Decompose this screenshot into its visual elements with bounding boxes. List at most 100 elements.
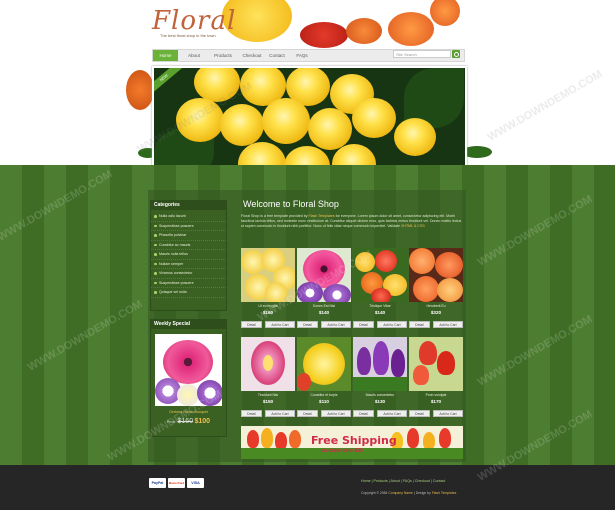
footer-separator: | xyxy=(400,479,402,483)
product-image[interactable] xyxy=(297,337,351,391)
weekly-special-title: Weekly Special xyxy=(151,320,226,329)
free-shipping-banner[interactable]: Free Shipping on order over $25 xyxy=(241,426,463,459)
category-item[interactable]: Vivamus consectetur xyxy=(151,269,226,279)
tulip-flower xyxy=(289,430,301,448)
weekly-special-box: Weekly Special Gerbera Bunch Bouquet Pri… xyxy=(150,319,227,437)
header: Floral The best floral shop in the town … xyxy=(0,0,615,165)
footer-link-checkout[interactable]: Checkout xyxy=(415,479,430,483)
banner: NEW xyxy=(152,66,467,165)
product-image[interactable] xyxy=(353,337,407,391)
detail-button[interactable]: Detail xyxy=(353,321,374,328)
free-shipping-headline: Free Shipping xyxy=(311,434,397,447)
product-name[interactable]: Tristique Vitae xyxy=(353,304,407,308)
add-to-cart-button[interactable]: Add to Cart xyxy=(433,410,463,417)
banner-rose xyxy=(308,108,352,150)
detail-button[interactable]: Detail xyxy=(409,410,430,417)
product-price: $130 xyxy=(374,399,386,404)
product-image[interactable] xyxy=(241,337,295,391)
category-item[interactable]: Quisque vel nulla xyxy=(151,288,226,298)
validate-label: Validate xyxy=(387,224,400,228)
add-to-cart-button[interactable]: Add to Cart xyxy=(321,410,351,417)
category-item[interactable]: Nulla odio lacunt xyxy=(151,212,226,222)
footer-link-products[interactable]: Products xyxy=(374,479,388,483)
add-to-cart-button[interactable]: Add to Cart xyxy=(433,321,463,328)
product-image[interactable] xyxy=(409,248,463,302)
category-item[interactable]: Suspendisse posuere xyxy=(151,222,226,231)
product-name[interactable]: Mauris consectetur xyxy=(353,393,407,397)
product-price: $110 xyxy=(319,399,329,404)
nav-checkout[interactable]: Checkout xyxy=(239,50,265,61)
detail-button[interactable]: Detail xyxy=(353,410,374,417)
product-image[interactable] xyxy=(241,248,295,302)
product-image[interactable] xyxy=(353,248,407,302)
flower-petal xyxy=(297,373,311,391)
add-to-cart-button[interactable]: Add to Cart xyxy=(265,321,295,328)
search-button[interactable] xyxy=(452,50,460,58)
company-link[interactable]: Company Name xyxy=(388,491,413,495)
product-price: $140 xyxy=(374,310,386,315)
tulip-flower xyxy=(391,349,405,377)
footer-link-faqs[interactable]: FAQs xyxy=(403,479,412,483)
flower-petal xyxy=(435,252,463,278)
flower-petal xyxy=(413,276,439,302)
product-name[interactable]: Donec Est Nisi xyxy=(297,304,351,308)
intro-link[interactable]: Flash Templates xyxy=(309,214,335,218)
nav-products[interactable]: Products xyxy=(210,50,236,61)
category-item[interactable]: Mauris nulla tellus xyxy=(151,250,226,260)
designer-link[interactable]: Flash Templates xyxy=(432,491,457,495)
product-image[interactable] xyxy=(297,248,351,302)
category-item[interactable]: Nullam semper xyxy=(151,260,226,269)
product-image[interactable] xyxy=(409,337,463,391)
footer-link-about[interactable]: About xyxy=(390,479,399,483)
add-to-cart-button[interactable]: Add to Cart xyxy=(377,321,407,328)
weekly-special-name[interactable]: Gerbera Bunch Bouquet xyxy=(151,410,226,414)
price-label: Price: xyxy=(166,420,177,424)
add-to-cart-button[interactable]: Add to Cart xyxy=(321,321,351,328)
detail-button[interactable]: Detail xyxy=(409,321,430,328)
footer-links: Home | Products | About | FAQs | Checkou… xyxy=(361,479,445,483)
header-flower-orange xyxy=(346,18,382,44)
category-item[interactable]: Phasella pulvinar xyxy=(151,231,226,241)
copyright-lead: Copyright © 2084 xyxy=(361,491,388,495)
logo[interactable]: Floral The best floral shop in the town xyxy=(152,6,236,38)
flower-petal xyxy=(355,252,375,272)
footer-link-home[interactable]: Home xyxy=(361,479,371,483)
mastercard-icon: MasterCard xyxy=(168,478,185,488)
nav-contact[interactable]: Contact xyxy=(266,50,288,61)
weekly-special-image[interactable] xyxy=(155,334,222,406)
header-flower-red xyxy=(300,22,348,48)
detail-button[interactable]: Detail xyxy=(297,410,318,417)
flower-petal xyxy=(265,282,287,302)
search-input[interactable]: Site Search xyxy=(393,50,451,58)
product-name[interactable]: Tincidunt Nisi xyxy=(241,393,295,397)
add-to-cart-button[interactable]: Add to Cart xyxy=(265,410,295,417)
banner-rose xyxy=(262,98,310,144)
tulip-flower xyxy=(261,428,273,448)
product-name[interactable]: Curabitur et turpis xyxy=(297,393,351,397)
footer: PayPal MasterCard VISA Home | Products |… xyxy=(0,465,615,510)
weekly-special-price: Price: $160 $100 xyxy=(151,418,226,425)
detail-button[interactable]: Detail xyxy=(241,321,262,328)
page-title: Welcome to Floral Shop xyxy=(243,199,339,209)
validate-link[interactable]: XHTML & CSS xyxy=(401,224,425,228)
product-name[interactable]: Ut eu feugiat xyxy=(241,304,295,308)
free-shipping-sub: on order over $25 xyxy=(321,448,363,454)
category-item[interactable]: Suspendisse posuere xyxy=(151,279,226,288)
header-flower-left xyxy=(126,70,154,110)
footer-separator: | xyxy=(413,491,415,495)
detail-button[interactable]: Detail xyxy=(241,410,262,417)
tulip-flower xyxy=(413,365,429,385)
categories-box: Categories Nulla odio lacunt Suspendisse… xyxy=(150,200,227,311)
header-flower-orange-2 xyxy=(388,12,434,46)
category-item[interactable]: Curabitur ac mauris xyxy=(151,241,226,250)
product-name[interactable]: Hendrerit Eu xyxy=(409,304,463,308)
old-price: $160 xyxy=(177,418,194,425)
nav-about[interactable]: About xyxy=(183,50,205,61)
footer-separator: | xyxy=(412,479,414,483)
detail-button[interactable]: Detail xyxy=(297,321,318,328)
add-to-cart-button[interactable]: Add to Cart xyxy=(377,410,407,417)
footer-link-contact[interactable]: Contact xyxy=(433,479,445,483)
product-name[interactable]: Proin volutpat xyxy=(409,393,463,397)
nav-home[interactable]: Home xyxy=(153,50,178,61)
nav-faqs[interactable]: FAQs xyxy=(293,50,311,61)
